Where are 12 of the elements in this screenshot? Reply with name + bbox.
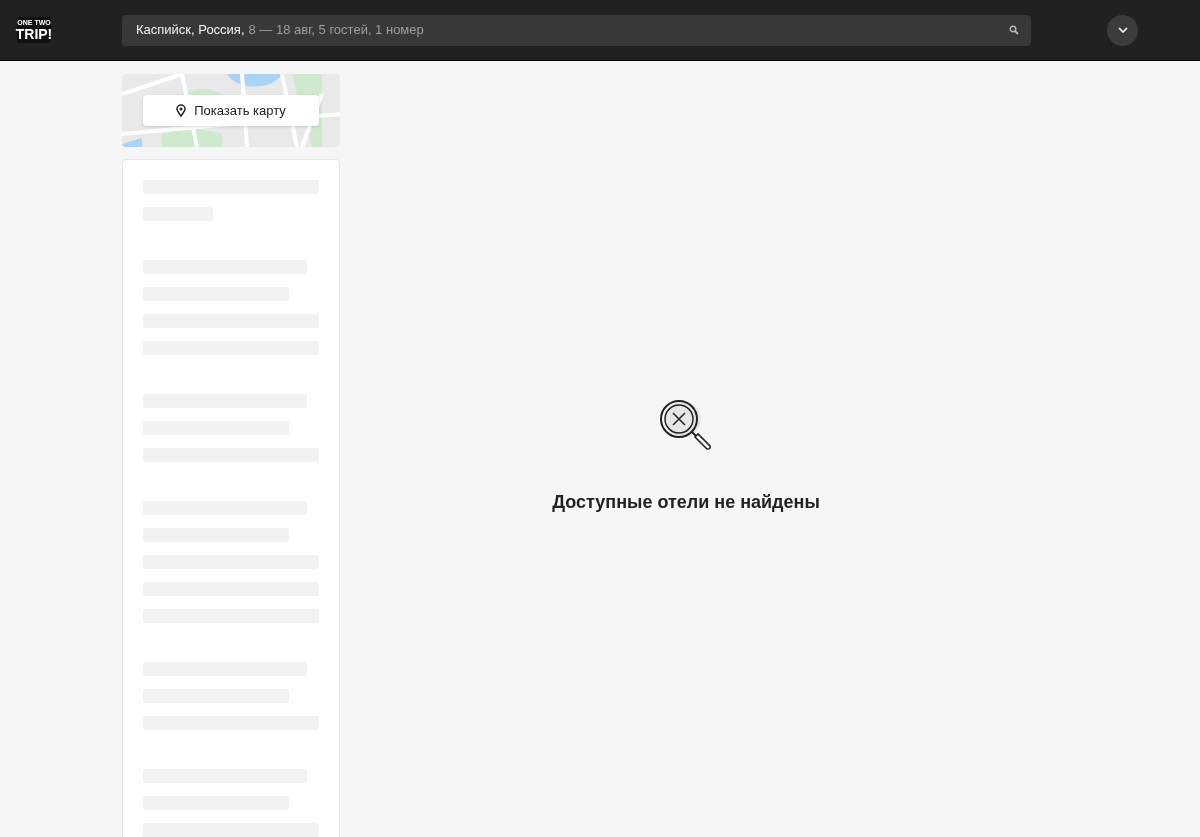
map-thumbnail[interactable]: Показать карту [122, 74, 340, 147]
chevron-down-icon [1117, 27, 1128, 33]
logo-text: TRIP! [15, 27, 53, 41]
destination-text: Каспийск, Россия, [136, 21, 245, 40]
trip-details-text: 8 — 18 авг, 5 гостей, 1 номер [248, 21, 425, 40]
location-pin-icon [176, 104, 187, 117]
show-map-button[interactable]: Показать карту [143, 95, 319, 126]
search-field[interactable]: Каспийск, Россия, 8 — 18 авг, 5 гостей, 1 номер [122, 14, 1031, 46]
dropdown-button[interactable] [1107, 14, 1138, 46]
empty-state-message: Доступные отели не найдены [552, 491, 820, 514]
search-icon [1009, 25, 1019, 35]
no-results-magnifier-icon [659, 399, 713, 453]
